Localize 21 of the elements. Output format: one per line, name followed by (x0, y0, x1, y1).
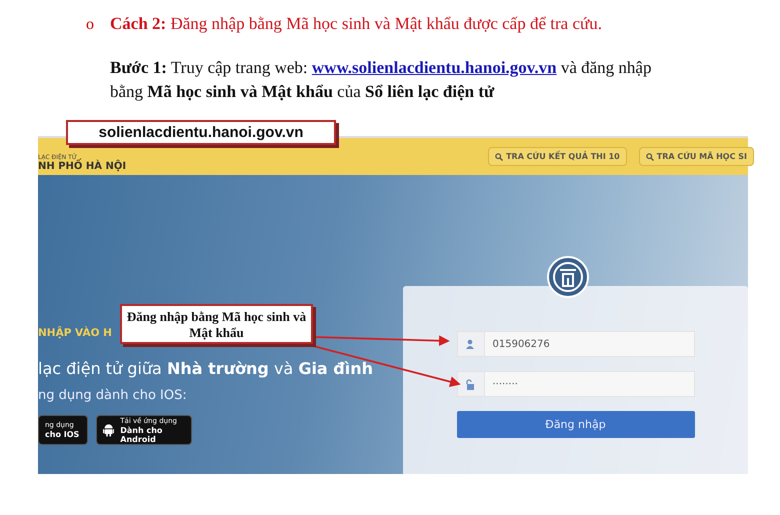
student-id-field[interactable]: 015906276 (456, 331, 694, 357)
lookup-link[interactable]: TRA CỨU KẾT QUẢ THI 10 (488, 147, 627, 166)
android-icon (103, 422, 114, 438)
emblem-logo-icon (547, 256, 589, 298)
login-button[interactable]: Đăng nhập (456, 411, 694, 438)
login-kicker: NHẬP VÀO H (38, 327, 112, 339)
lookup-link[interactable]: TRA CỨU MÃ HỌC SI (638, 147, 754, 166)
step-paragraph: Bước 1: Truy cập trang web: www.solienlacdientu.hanoi.gov.vn và đăng nhập bằng Mã học sinh và Mật khẩu của Sổ liên lạc điện tử (110, 57, 652, 103)
section-heading: Cách 2: Đăng nhập bằng Mã học sinh và Mật khẩu được cấp để tra cứu. (110, 14, 602, 34)
hero-headline: lạc điện tử giữa Nhà trường và Gia đình (38, 359, 374, 378)
list-bullet: o (86, 16, 94, 34)
search-icon (646, 152, 654, 160)
password-field[interactable]: ········ (456, 371, 694, 397)
site-title: NH PHỐ HÀ NỘI (38, 161, 126, 172)
url-callout: solienlacdientu.hanoi.gov.vn (66, 120, 336, 145)
search-icon (495, 152, 504, 160)
unlocked-padlock-icon (464, 379, 474, 390)
website-link[interactable]: www.solienlacdientu.hanoi.gov.vn (312, 58, 557, 77)
note-callout: Đăng nhập bằng Mã học sinh và Mật khẩu (120, 304, 313, 344)
hero-subline: ng dụng dành cho IOS: (38, 388, 188, 403)
user-icon (464, 339, 474, 349)
